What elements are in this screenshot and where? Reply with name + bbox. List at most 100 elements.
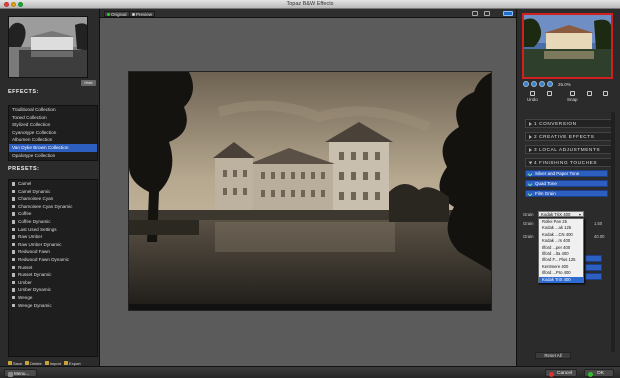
snap-button[interactable]: Snap	[567, 91, 578, 102]
preset-icon	[12, 250, 15, 254]
thumbnail-image	[9, 17, 87, 77]
preview-toolbar: Original Preview	[100, 9, 516, 18]
preset-icon	[12, 303, 15, 308]
checkbox-icon	[527, 191, 533, 197]
right-panel-scrollbar[interactable]	[611, 112, 615, 352]
preset-item[interactable]: Redwood Fawn	[9, 248, 97, 256]
section-finishing-touches[interactable]: 4 FINISHING TOUCHES	[525, 158, 615, 167]
menu-icon	[8, 371, 13, 377]
redo-icon	[547, 91, 552, 96]
grain-type-select[interactable]: Kodak TriX 400	[538, 211, 584, 217]
effect-van-dyke-brown[interactable]: Van Dyke Brown Collection	[9, 143, 97, 152]
presets-list: Camel Camel Dynamic Chamoisee Cyan Chamo…	[8, 179, 98, 357]
expand-arrow-icon	[529, 121, 532, 126]
redo-button[interactable]	[547, 91, 552, 97]
hide-button[interactable]: Hide	[81, 80, 96, 86]
effect-stylized[interactable]: Stylized Collection	[9, 121, 97, 129]
preset-item[interactable]: Chamoisee Cyan Dynamic	[9, 203, 97, 211]
preview-image[interactable]	[128, 71, 492, 311]
preset-icon	[12, 280, 15, 285]
zoom-in-icon[interactable]	[531, 81, 537, 87]
collapse-arrow-icon	[528, 161, 533, 165]
grain-label: Grain	[523, 212, 534, 217]
checkbox-icon	[527, 181, 533, 187]
slider-track[interactable]	[585, 255, 602, 262]
preset-item[interactable]: Redwood Fawn Dynamic	[9, 256, 97, 264]
grain-amount-value[interactable]: 40.00	[594, 234, 604, 239]
navigator-thumbnail[interactable]	[522, 13, 613, 79]
compare-button[interactable]	[587, 91, 592, 97]
effect-cyanotype[interactable]: Cyanotype Collection	[9, 129, 97, 137]
grain-amount-label: Grain	[523, 234, 534, 239]
preset-icon	[12, 220, 15, 224]
preset-item[interactable]: Camel Dynamic	[9, 188, 97, 196]
preset-item[interactable]: Coffee	[9, 210, 97, 218]
tab-preview[interactable]: Preview	[129, 10, 156, 17]
original-dot-icon	[107, 12, 110, 16]
preset-item[interactable]: Wenge	[9, 294, 97, 302]
snap-icon	[569, 91, 575, 96]
undo-icon	[529, 91, 535, 96]
preset-item[interactable]: Russet Dynamic	[9, 271, 97, 279]
settings-icon	[603, 91, 608, 96]
section-creative-effects[interactable]: 2 CREATIVE EFFECTS	[525, 132, 615, 141]
effect-traditional[interactable]: Traditional Collection	[9, 106, 97, 114]
slider-track[interactable]	[585, 264, 602, 271]
section-conversion[interactable]: 1 CONVERSION	[525, 119, 615, 128]
dual-view-icon[interactable]	[503, 11, 513, 16]
preset-item[interactable]: Chamoisee Cyan	[9, 195, 97, 203]
zoom-actual-icon[interactable]	[547, 81, 553, 87]
cancel-icon	[549, 371, 554, 377]
bottom-bar: Menu... Cancel OK	[0, 366, 620, 378]
grain-size-label: Grain	[523, 221, 534, 226]
zoom-controls: 25.0%	[523, 80, 571, 88]
quad-tone-toggle[interactable]: Quad Tone	[525, 180, 608, 187]
preset-icon	[12, 288, 15, 292]
history-toolbar: Undo Snap	[523, 91, 613, 105]
split-view-icon[interactable]	[484, 11, 490, 16]
grain-size-value[interactable]: 1.50	[594, 221, 602, 226]
delete-icon	[25, 361, 30, 365]
ok-button[interactable]: OK	[584, 369, 614, 377]
grain-option-selected[interactable]: Kodak TriX 400	[539, 276, 583, 283]
preset-item[interactable]: Raw Umber Dynamic	[9, 241, 97, 249]
preview-area: Original Preview	[100, 9, 516, 366]
effect-opalotype[interactable]: Opalotype Collection	[9, 152, 97, 160]
preset-icon	[12, 197, 15, 201]
preset-item[interactable]: Russet	[9, 264, 97, 272]
preset-item[interactable]: Wenge Dynamic	[9, 302, 97, 310]
film-grain-toggle[interactable]: Film Grain	[525, 190, 608, 197]
zoom-out-icon[interactable]	[539, 81, 545, 87]
reset-all-button[interactable]: Reset All	[535, 352, 571, 359]
expand-arrow-icon	[529, 147, 532, 152]
preset-item[interactable]: Umber Dynamic	[9, 286, 97, 294]
window-title: Topaz B&W Effects	[286, 1, 334, 7]
preset-item[interactable]: Raw Umber	[9, 233, 97, 241]
preset-item[interactable]: Last Used Settings	[9, 226, 97, 234]
cancel-button[interactable]: Cancel	[545, 369, 577, 377]
settings-button[interactable]	[603, 91, 608, 97]
preset-icon	[12, 204, 15, 209]
preset-item[interactable]: Coffee Dynamic	[9, 218, 97, 226]
effect-albumen[interactable]: Albumen Collection	[9, 136, 97, 144]
preset-item[interactable]: Camel	[9, 180, 97, 188]
ok-icon	[588, 371, 593, 377]
compare-icon	[587, 91, 592, 96]
undo-button[interactable]: Undo	[527, 91, 538, 102]
tab-original[interactable]: Original	[104, 10, 130, 17]
preset-icon	[12, 235, 15, 239]
zoom-value: 25.0%	[558, 81, 571, 87]
menu-button[interactable]: Menu...	[4, 369, 37, 377]
single-view-icon[interactable]	[472, 11, 478, 16]
silver-paper-tone-toggle[interactable]: Silver and Paper Tone	[525, 170, 608, 177]
original-thumbnail	[8, 16, 88, 78]
slider-track[interactable]	[585, 273, 602, 280]
preset-item[interactable]: Umber	[9, 279, 97, 287]
zoom-fit-icon[interactable]	[523, 81, 529, 87]
right-panel: 25.0% Undo Snap 1 CONVERSION 2 CREATIVE …	[516, 9, 620, 366]
section-local-adjustments[interactable]: 3 LOCAL ADJUSTMENTS	[525, 145, 615, 154]
effect-toned[interactable]: Toned Collection	[9, 114, 97, 122]
save-icon	[8, 361, 12, 365]
effects-title: EFFECTS:	[8, 89, 39, 95]
preset-icon	[12, 189, 15, 194]
